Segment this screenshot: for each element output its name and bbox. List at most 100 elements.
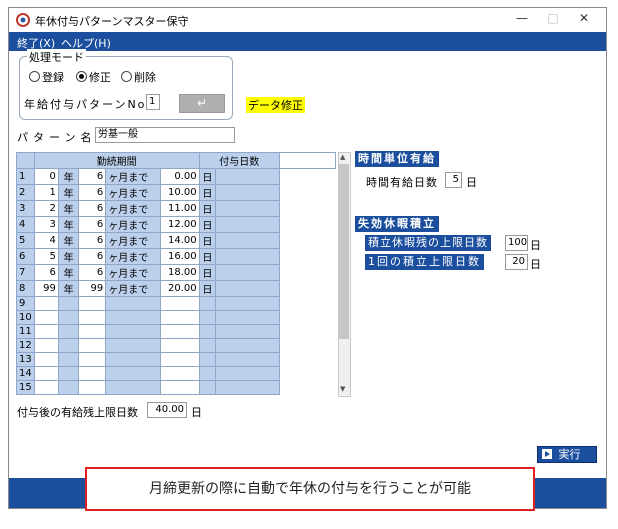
radio-delete[interactable]: 削除 (121, 69, 156, 85)
table-row: 14 (16, 366, 336, 381)
hourly-days-input[interactable]: 5 (445, 172, 462, 188)
years-cell[interactable]: 6 (33, 264, 59, 281)
grant-days-cell[interactable] (159, 380, 200, 395)
years-cell[interactable] (33, 296, 59, 311)
months-cell[interactable] (78, 352, 107, 367)
header-corner (16, 152, 35, 169)
grant-days-cell[interactable]: 14.00 (159, 232, 200, 249)
years-cell[interactable] (33, 338, 59, 353)
years-cell[interactable] (33, 310, 59, 325)
pattern-no-label: 年給付与パターンNo. (24, 98, 152, 111)
grant-days-cell[interactable]: 12.00 (159, 216, 200, 233)
years-cell[interactable]: 1 (33, 184, 59, 201)
months-cell[interactable] (78, 324, 107, 339)
months-cell[interactable] (78, 366, 107, 381)
after-grant-input[interactable]: 40.00 (147, 402, 187, 418)
grant-days-cell[interactable] (159, 338, 200, 353)
months-unit: ヶ月まで (105, 200, 161, 217)
years-unit: 年 (57, 280, 80, 297)
grant-days-cell[interactable] (159, 296, 200, 311)
radio-delete-label: 削除 (134, 71, 156, 84)
maximize-button[interactable]: □ (539, 11, 567, 29)
grant-days-cell[interactable]: 20.00 (159, 280, 200, 297)
grant-days-cell[interactable]: 10.00 (159, 184, 200, 201)
months-cell[interactable] (78, 296, 107, 311)
months-cell[interactable]: 6 (78, 248, 107, 265)
months-cell[interactable]: 6 (78, 216, 107, 233)
grant-days-unit: 日 (198, 248, 217, 265)
grant-days-unit: 日 (198, 232, 217, 249)
blank-cell (215, 280, 280, 297)
table-row: 7 6 年 6 ヶ月まで 18.00 日 (16, 264, 336, 281)
years-cell[interactable] (33, 380, 59, 395)
years-cell[interactable] (33, 366, 59, 381)
months-cell[interactable]: 99 (78, 280, 107, 297)
years-cell[interactable]: 99 (33, 280, 59, 297)
row-number: 2 (16, 184, 35, 201)
table-row: 9 (16, 296, 336, 311)
scroll-down-icon[interactable]: ▼ (340, 385, 345, 393)
grant-days-cell[interactable] (159, 310, 200, 325)
status-badge: データ修正 (246, 97, 305, 113)
execute-button[interactable]: 実行 (537, 446, 597, 463)
blank-cell (215, 366, 280, 381)
months-cell[interactable]: 6 (78, 168, 107, 185)
header-blank (278, 152, 337, 169)
table-row: 4 3 年 6 ヶ月まで 12.00 日 (16, 216, 336, 233)
years-cell[interactable]: 0 (33, 168, 59, 185)
table-row: 5 4 年 6 ヶ月まで 14.00 日 (16, 232, 336, 249)
pattern-no-input[interactable]: 1 (146, 94, 160, 110)
radio-register-indicator[interactable] (29, 71, 40, 82)
years-unit: 年 (57, 264, 80, 281)
years-unit: 年 (57, 232, 80, 249)
expired-once-input[interactable]: 20 (505, 254, 528, 270)
months-unit (105, 366, 161, 381)
years-cell[interactable]: 4 (33, 232, 59, 249)
table-row: 8 99 年 99 ヶ月まで 20.00 日 (16, 280, 336, 297)
expired-total-input[interactable]: 100 (505, 235, 528, 251)
blank-cell (215, 232, 280, 249)
radio-register[interactable]: 登録 (29, 69, 64, 85)
years-cell[interactable] (33, 352, 59, 367)
header-days: 付与日数 (198, 152, 280, 169)
scrollbar-thumb[interactable] (339, 164, 349, 339)
years-cell[interactable] (33, 324, 59, 339)
grant-days-cell[interactable]: 11.00 (159, 200, 200, 217)
blank-cell (215, 264, 280, 281)
pattern-name-input[interactable]: 労基一般 (95, 127, 235, 143)
radio-modify-indicator[interactable] (76, 71, 87, 82)
grant-days-cell[interactable] (159, 366, 200, 381)
blank-cell (215, 380, 280, 395)
enter-button[interactable]: ↵ (179, 94, 225, 113)
grant-days-cell[interactable]: 18.00 (159, 264, 200, 281)
years-cell[interactable]: 3 (33, 216, 59, 233)
years-unit (57, 310, 80, 325)
grant-days-cell[interactable]: 16.00 (159, 248, 200, 265)
expired-total-label: 積立休暇残の上限日数 (365, 235, 491, 251)
years-cell[interactable]: 2 (33, 200, 59, 217)
scroll-up-icon[interactable]: ▲ (340, 153, 345, 161)
close-button[interactable]: ✕ (570, 11, 598, 29)
grant-days-unit: 日 (198, 264, 217, 281)
months-cell[interactable] (78, 338, 107, 353)
table-row: 13 (16, 352, 336, 367)
months-cell[interactable]: 6 (78, 184, 107, 201)
grant-days-cell[interactable] (159, 324, 200, 339)
row-number: 8 (16, 280, 35, 297)
blank-cell (215, 296, 280, 311)
months-cell[interactable] (78, 380, 107, 395)
grant-days-cell[interactable] (159, 352, 200, 367)
minimize-button[interactable]: — (508, 11, 536, 29)
months-cell[interactable]: 6 (78, 200, 107, 217)
months-cell[interactable]: 6 (78, 264, 107, 281)
months-cell[interactable] (78, 310, 107, 325)
months-cell[interactable]: 6 (78, 232, 107, 249)
table-row: 2 1 年 6 ヶ月まで 10.00 日 (16, 184, 336, 201)
radio-modify[interactable]: 修正 (76, 69, 111, 85)
years-cell[interactable]: 5 (33, 248, 59, 265)
years-unit: 年 (57, 248, 80, 265)
radio-delete-indicator[interactable] (121, 71, 132, 82)
after-grant-label: 付与後の有給残上限日数 (17, 406, 138, 419)
grant-days-cell[interactable]: 0.00 (159, 168, 200, 185)
months-unit (105, 310, 161, 325)
